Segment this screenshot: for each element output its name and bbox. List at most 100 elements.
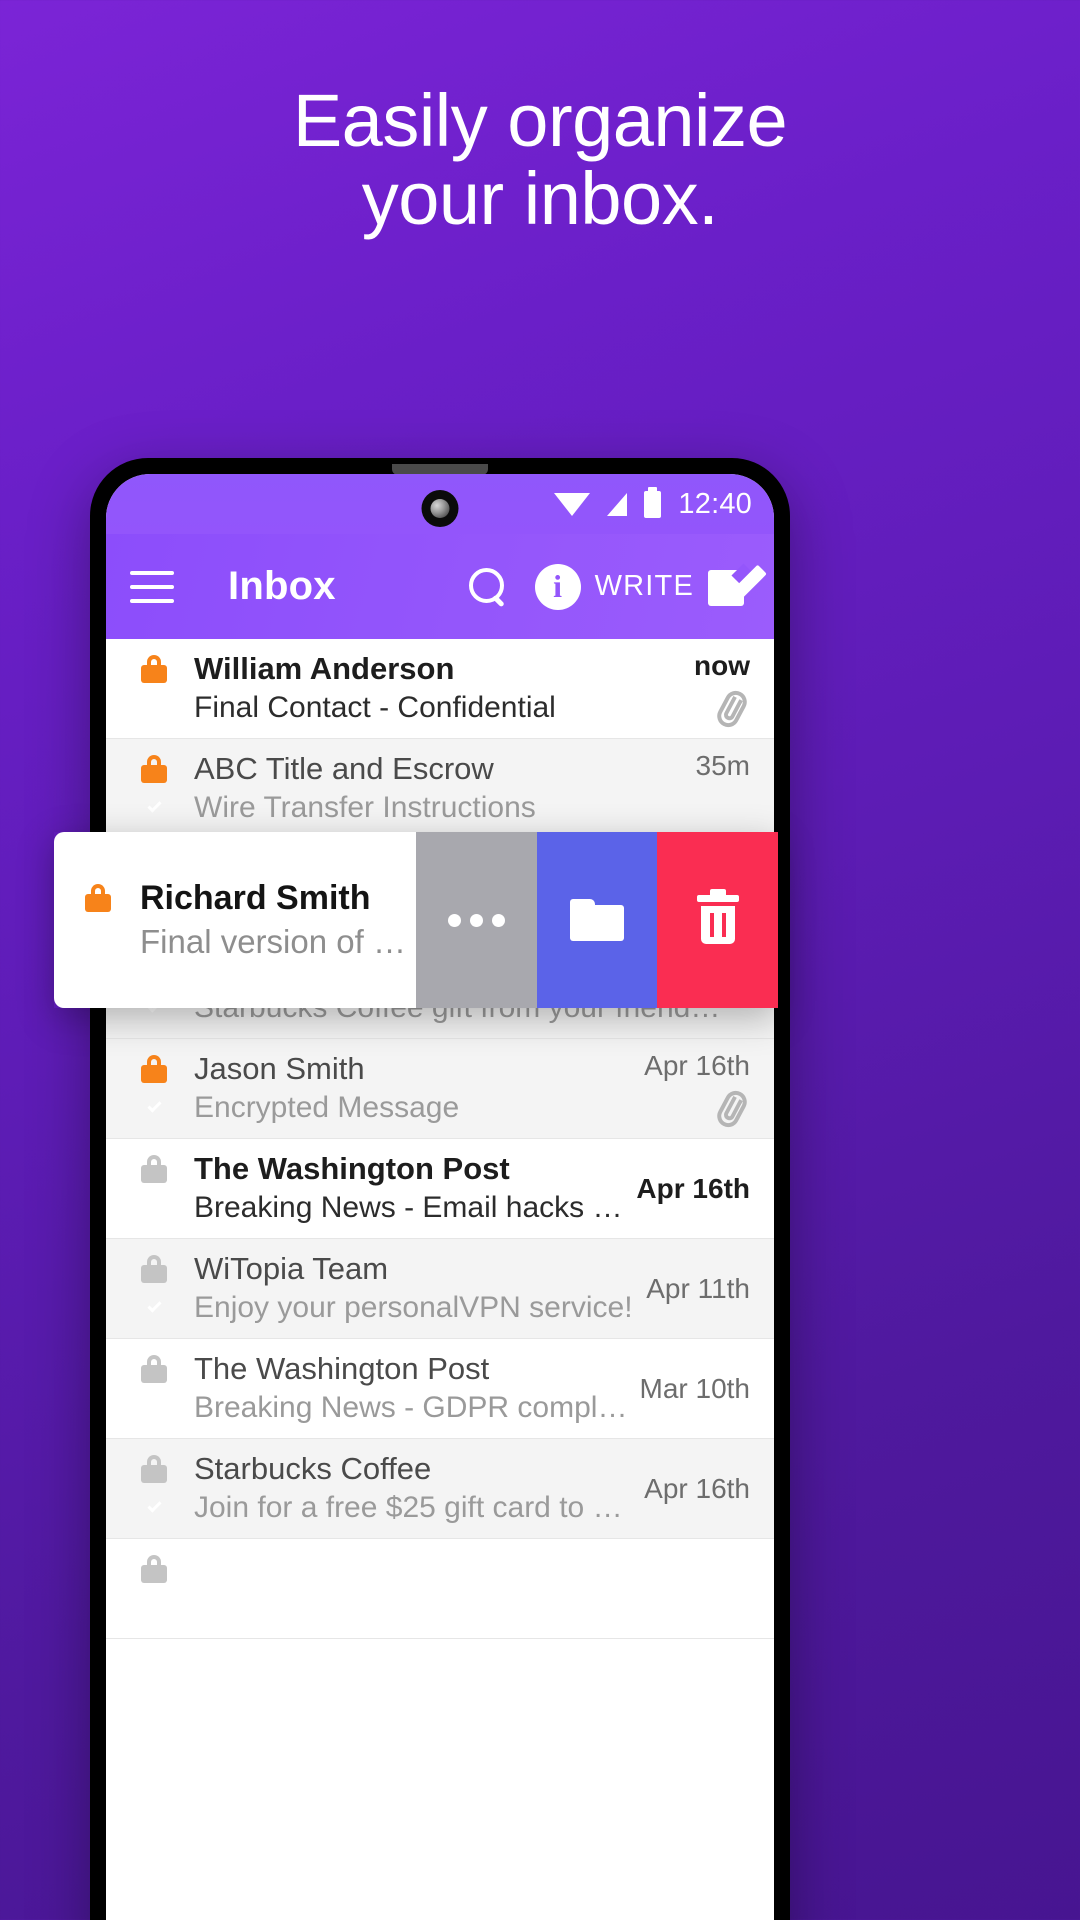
row-badges xyxy=(128,1255,180,1322)
shield-check-icon xyxy=(140,1092,168,1122)
row-text: ABC Title and Escrow Wire Transfer Instr… xyxy=(180,749,686,827)
subject-line: Wire Transfer Instructions xyxy=(194,791,536,825)
shield-check-icon xyxy=(140,792,168,822)
phone-mockup: 12:40 Inbox i WRITE William Anderson Fin… xyxy=(90,458,790,1920)
hamburger-menu-icon[interactable] xyxy=(130,570,174,603)
lock-icon xyxy=(141,1155,167,1183)
headline-accent-word: Easily xyxy=(292,79,488,162)
table-row[interactable]: WiTopia Team Enjoy your personalVPN serv… xyxy=(106,1239,774,1339)
row-meta: 35m xyxy=(686,750,750,828)
row-badges xyxy=(128,755,180,822)
lock-icon xyxy=(141,1455,167,1483)
info-icon[interactable]: i xyxy=(534,563,581,610)
row-meta: now xyxy=(684,649,751,731)
shield-check-icon xyxy=(140,1592,168,1622)
trash-icon xyxy=(696,889,739,945)
sender-name: Starbucks Coffee xyxy=(194,1451,432,1487)
swiped-mail-row: Richard Smith Final version of co… xyxy=(54,832,779,1008)
page-title: Easily organize your inbox. xyxy=(0,79,1080,241)
row-badges xyxy=(128,1455,180,1522)
row-text: The Washington Post Breaking News - GDPR… xyxy=(180,1349,630,1427)
row-text: William Anderson Final Contact - Confide… xyxy=(180,649,684,727)
shield-check-icon xyxy=(140,1292,168,1322)
row-badges xyxy=(128,1355,180,1422)
row-text: WiTopia Team Enjoy your personalVPN serv… xyxy=(180,1249,636,1327)
table-row[interactable]: The Washington Post Breaking News - Emai… xyxy=(106,1139,774,1239)
table-row[interactable]: Starbucks Coffee Join for a free $25 gif… xyxy=(106,1439,774,1539)
lock-icon xyxy=(141,655,167,683)
ellipsis-icon xyxy=(447,913,505,927)
mail-list: William Anderson Final Contact - Confide… xyxy=(106,639,774,1639)
lock-icon xyxy=(141,1555,167,1583)
attachment-icon xyxy=(713,686,751,731)
date-label: 35m xyxy=(695,749,750,781)
lock-icon xyxy=(141,1355,167,1383)
row-badges xyxy=(128,1055,180,1122)
date-label: now xyxy=(694,649,750,681)
search-icon[interactable] xyxy=(467,567,507,607)
table-row[interactable]: ABC Title and Escrow Wire Transfer Instr… xyxy=(106,739,774,839)
row-badges xyxy=(128,1555,180,1622)
subject-line: Final Contact - Confidential xyxy=(194,691,556,725)
row-meta: Apr 11th xyxy=(636,1273,750,1305)
front-camera-icon xyxy=(421,490,459,527)
subject-line: Final version of co… xyxy=(140,922,416,960)
sender-name: Jason Smith xyxy=(194,1051,365,1087)
row-meta: Apr 16th xyxy=(634,1473,750,1505)
app-bar: Inbox i WRITE xyxy=(106,534,774,639)
sender-name: The Washington Post xyxy=(194,1151,510,1187)
sender-name: WiTopia Team xyxy=(194,1251,389,1287)
row-text: The Washington Post Breaking News - Emai… xyxy=(180,1149,626,1227)
row-meta: Apr 16th xyxy=(626,1173,750,1205)
compose-icon[interactable] xyxy=(708,562,767,610)
subject-line: Enjoy your personalVPN service! xyxy=(194,1291,633,1325)
table-row[interactable]: William Anderson Final Contact - Confide… xyxy=(106,639,774,739)
folder-button[interactable] xyxy=(536,832,658,1008)
table-row[interactable]: The Washington Post Breaking News - GDPR… xyxy=(106,1339,774,1439)
row-meta: Apr 16th xyxy=(634,1049,751,1131)
date-label: Apr 16th xyxy=(636,1172,750,1204)
lock-icon xyxy=(85,884,111,912)
shield-check-icon xyxy=(140,692,168,722)
headline-rest: organize xyxy=(487,79,788,162)
app-bar-title: Inbox xyxy=(228,564,336,608)
table-row[interactable]: Jason Smith Encrypted Message Apr 16th xyxy=(106,1039,774,1139)
date-label: Mar 10th xyxy=(639,1372,751,1404)
headline-second-line: your inbox. xyxy=(361,157,719,241)
row-text: Starbucks Coffee Join for a free $25 gif… xyxy=(180,1449,634,1527)
lock-icon xyxy=(141,755,167,783)
subject-line: Join for a free $25 gift card to Starbuc… xyxy=(194,1491,634,1525)
phone-screen: 12:40 Inbox i WRITE William Anderson Fin… xyxy=(106,474,774,1920)
shield-check-icon xyxy=(140,1392,168,1422)
lock-icon xyxy=(141,1055,167,1083)
table-row[interactable] xyxy=(106,1539,774,1639)
status-bar: 12:40 xyxy=(106,474,774,534)
write-button-label[interactable]: WRITE xyxy=(595,570,694,603)
shield-check-icon xyxy=(84,926,112,956)
attachment-icon xyxy=(713,1086,751,1131)
shield-check-icon xyxy=(140,1492,168,1522)
delete-button[interactable] xyxy=(657,832,779,1008)
subject-line: Breaking News - Email hacks increase… xyxy=(194,1191,626,1225)
date-label: Apr 11th xyxy=(646,1272,750,1304)
shield-check-icon xyxy=(140,1192,168,1222)
wifi-icon xyxy=(554,492,591,516)
lock-icon xyxy=(141,1255,167,1283)
row-badges xyxy=(128,1155,180,1222)
battery-icon xyxy=(644,486,662,518)
sender-name: Richard Smith xyxy=(140,879,371,918)
sender-name: ABC Title and Escrow xyxy=(194,751,494,787)
date-label: Apr 16th xyxy=(644,1472,750,1504)
row-text: Jason Smith Encrypted Message xyxy=(180,1049,634,1127)
status-bar-clock: 12:40 xyxy=(678,487,752,520)
sender-name: The Washington Post xyxy=(194,1351,490,1387)
more-button[interactable] xyxy=(416,832,537,1008)
row-badges xyxy=(128,655,180,722)
sender-name: William Anderson xyxy=(194,651,455,687)
subject-line: Breaking News - GDPR compliance is… xyxy=(194,1391,630,1425)
row-meta: Mar 10th xyxy=(630,1373,751,1405)
row-text: Richard Smith Final version of co… xyxy=(124,877,416,963)
swiped-row-card[interactable]: Richard Smith Final version of co… xyxy=(54,832,416,1008)
folder-icon xyxy=(570,899,624,941)
date-label: Apr 16th xyxy=(644,1049,750,1081)
